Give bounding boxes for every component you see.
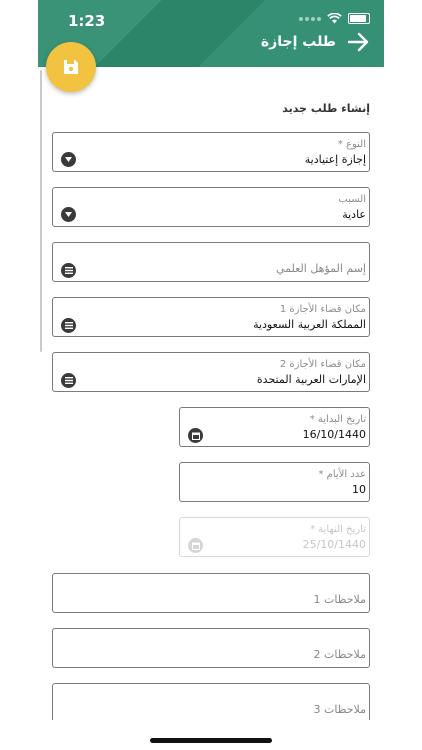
- reason-label: السبب: [338, 194, 366, 205]
- vacation-place-1-select[interactable]: مكان قضاء الأجازة 1 المملكة العربية السع…: [52, 297, 370, 337]
- list-icon: [61, 318, 76, 333]
- start-date-label: تاريخ البداية *: [309, 414, 366, 425]
- section-title: إنشاء طلب جديد: [282, 102, 370, 115]
- chevron-down-icon: [61, 207, 76, 222]
- app-screen: 1:23 طلب إجازة إنشاء طلب جديد النوع * إج…: [38, 0, 384, 720]
- notes3-placeholder: ملاحظات 3: [313, 703, 366, 716]
- notes-2-field[interactable]: ملاحظات 2: [52, 628, 370, 668]
- battery-icon: [348, 13, 370, 24]
- page-title: طلب إجازة: [260, 34, 336, 50]
- notes1-placeholder: ملاحظات 1: [313, 593, 366, 606]
- save-button[interactable]: [46, 42, 96, 92]
- type-select[interactable]: النوع * إجازة إعتيادية: [52, 132, 370, 172]
- place1-label: مكان قضاء الأجازة 1: [279, 304, 366, 315]
- reason-value: عادية: [342, 208, 366, 221]
- start-date-field[interactable]: تاريخ البداية * 16/10/1440: [179, 407, 370, 447]
- status-time: 1:23: [68, 12, 106, 30]
- days-count-field[interactable]: عدد الأيام * 10: [179, 462, 370, 502]
- place1-value: المملكة العربية السعودية: [253, 318, 366, 331]
- place2-value: الإمارات العربية المتحدة: [256, 373, 366, 386]
- wifi-icon: [327, 13, 342, 24]
- qualification-select[interactable]: إسم المؤهل العلمي: [52, 242, 370, 282]
- qualification-placeholder: إسم المؤهل العلمي: [275, 262, 366, 275]
- calendar-icon: [188, 538, 203, 553]
- notes-3-field[interactable]: ملاحظات 3: [52, 683, 370, 720]
- days-value: 10: [352, 483, 366, 496]
- place2-label: مكان قضاء الأجازة 2: [279, 359, 366, 370]
- type-label: النوع *: [337, 139, 366, 150]
- end-date-value: 25/10/1440: [302, 538, 366, 551]
- vacation-place-2-select[interactable]: مكان قضاء الأجازة 2 الإمارات العربية الم…: [52, 352, 370, 392]
- chevron-down-icon: [61, 152, 76, 167]
- days-label: عدد الأيام *: [318, 469, 366, 480]
- end-date-field: تاريخ النهاية * 25/10/1440: [179, 517, 370, 557]
- type-value: إجازة إعتيادية: [304, 153, 366, 166]
- calendar-icon: [188, 428, 203, 443]
- back-arrow-icon[interactable]: [346, 31, 370, 53]
- scroll-indicator[interactable]: [40, 70, 42, 352]
- list-icon: [61, 263, 76, 278]
- reason-select[interactable]: السبب عادية: [52, 187, 370, 227]
- notes-1-field[interactable]: ملاحظات 1: [52, 573, 370, 613]
- notes2-placeholder: ملاحظات 2: [313, 648, 366, 661]
- status-icons: [299, 13, 370, 24]
- end-date-label: تاريخ النهاية *: [310, 524, 366, 535]
- start-date-value: 16/10/1440: [302, 428, 366, 441]
- floppy-disk-icon: [64, 60, 78, 74]
- home-indicator[interactable]: [150, 738, 272, 743]
- list-icon: [61, 373, 76, 388]
- signal-icon: [299, 16, 321, 21]
